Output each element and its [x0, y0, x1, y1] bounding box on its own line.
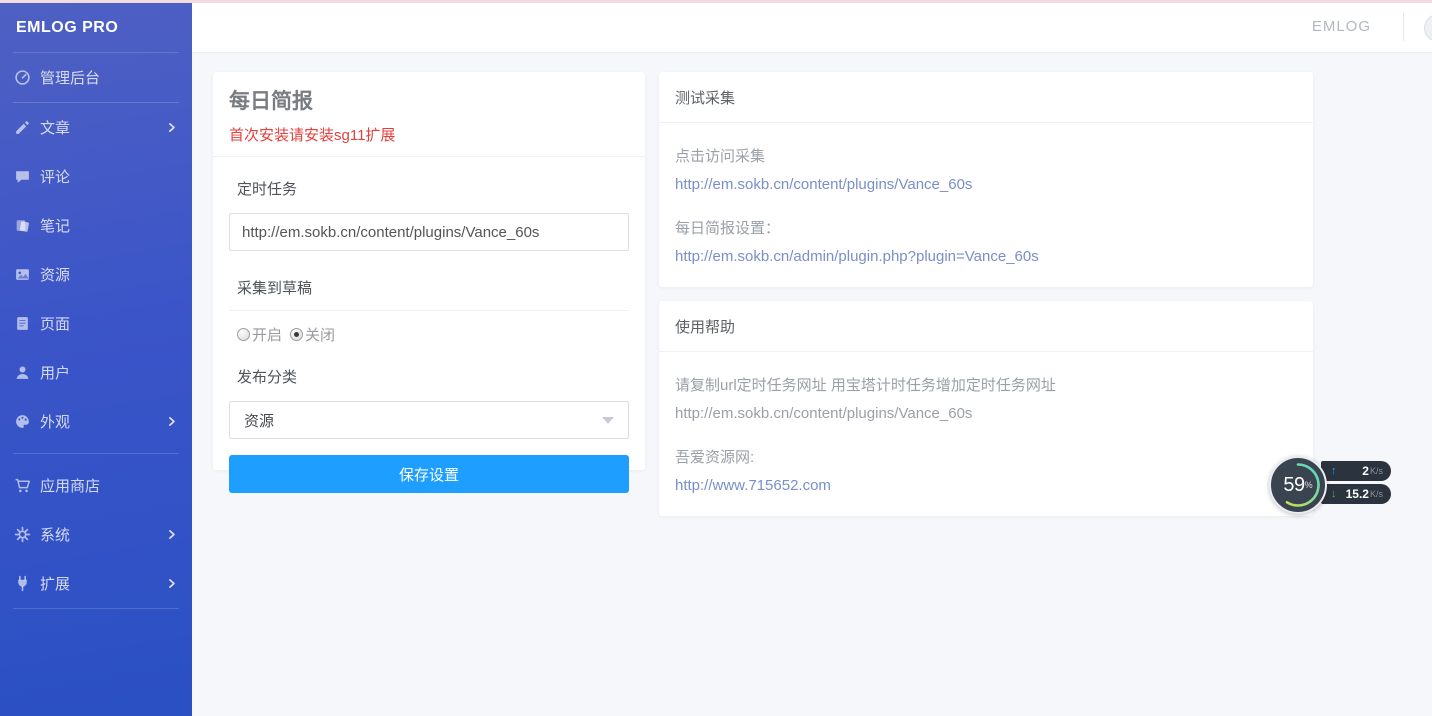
upload-speed-value: 2 — [1337, 464, 1369, 478]
category-select[interactable]: 资源 — [229, 401, 629, 439]
cpu-usage-gauge[interactable]: 59% — [1269, 456, 1327, 514]
sidebar-item-extensions[interactable]: 扩展 — [0, 559, 192, 608]
sidebar-item-label: 系统 — [40, 524, 165, 545]
sidebar-item-notes[interactable]: 笔记 — [0, 201, 192, 250]
sidebar-item-label: 应用商店 — [40, 475, 178, 496]
sidebar-item-articles[interactable]: 文章 — [0, 103, 192, 152]
download-speed-unit: K/s — [1370, 489, 1383, 499]
user-icon — [14, 364, 31, 381]
divider — [13, 453, 179, 454]
sidebar-item-label: 扩展 — [40, 573, 165, 594]
brand-logo[interactable]: EMLOG PRO — [0, 0, 192, 52]
radio-label: 关闭 — [305, 324, 335, 345]
chevron-right-icon — [165, 528, 178, 541]
sidebar-item-resources[interactable]: 资源 — [0, 250, 192, 299]
gauge-icon — [14, 69, 31, 86]
caret-down-icon — [602, 417, 614, 424]
sidebar: EMLOG PRO 管理后台 文章 评论 笔记 资源 — [0, 0, 192, 716]
resource-site-label: 吾爱资源网: — [675, 446, 1297, 467]
sidebar-item-label: 页面 — [40, 313, 178, 334]
divider — [13, 608, 179, 609]
radio-checked-icon[interactable] — [290, 328, 303, 341]
save-settings-button[interactable]: 保存设置 — [229, 455, 629, 493]
collect-hint-text: 点击访问采集 — [675, 145, 1297, 166]
draft-mode-label: 采集到草稿 — [229, 277, 629, 311]
page-icon — [14, 315, 31, 332]
cron-url-input[interactable] — [229, 213, 629, 251]
radio-option-off[interactable]: 关闭 — [290, 324, 335, 345]
network-speed-widget[interactable]: ↑ 2 K/s ↓ 15.2 K/s 59% — [1269, 456, 1393, 518]
sidebar-item-appearance[interactable]: 外观 — [0, 397, 192, 446]
divider — [213, 156, 645, 157]
chevron-right-icon — [165, 577, 178, 590]
collect-url-link[interactable]: http://em.sokb.cn/content/plugins/Vance_… — [675, 176, 1297, 193]
topbar: EMLOG — [192, 0, 1432, 53]
comment-icon — [14, 168, 31, 185]
image-icon — [14, 266, 31, 283]
chevron-right-icon — [165, 415, 178, 428]
sidebar-item-dashboard[interactable]: 管理后台 — [0, 53, 192, 102]
card-title: 测试采集 — [659, 72, 1313, 123]
sidebar-item-label: 资源 — [40, 264, 178, 285]
help-instruction-text: 请复制url定时任务网址 用宝塔计时任务增加定时任务网址 — [675, 374, 1297, 395]
test-collect-card: 测试采集 点击访问采集 http://em.sokb.cn/content/pl… — [659, 72, 1313, 287]
sidebar-item-label: 用户 — [40, 362, 178, 383]
speed-rows: ↑ 2 K/s ↓ 15.2 K/s — [1321, 461, 1391, 507]
help-card: 使用帮助 请复制url定时任务网址 用宝塔计时任务增加定时任务网址 http:/… — [659, 301, 1313, 516]
settings-hint-text: 每日简报设置： — [675, 217, 1297, 238]
category-label: 发布分类 — [237, 366, 621, 387]
sidebar-item-pages[interactable]: 页面 — [0, 299, 192, 348]
sidebar-item-system[interactable]: 系统 — [0, 510, 192, 559]
radio-unchecked-icon[interactable] — [237, 328, 250, 341]
page-title: 每日简报 — [229, 85, 629, 115]
install-notice: 首次安装请安装sg11扩展 — [229, 124, 629, 145]
cart-icon — [14, 477, 31, 494]
page-load-progress-bar — [0, 0, 1432, 3]
notes-icon — [14, 217, 31, 234]
sidebar-item-app-store[interactable]: 应用商店 — [0, 461, 192, 510]
sidebar-item-label: 文章 — [40, 117, 165, 138]
gear-icon — [14, 526, 31, 543]
right-column: 测试采集 点击访问采集 http://em.sokb.cn/content/pl… — [659, 72, 1313, 530]
plug-icon — [14, 575, 31, 592]
site-name-link[interactable]: EMLOG — [1312, 0, 1371, 53]
cron-task-label: 定时任务 — [237, 178, 621, 199]
gauge-arc — [1273, 460, 1323, 510]
sidebar-item-users[interactable]: 用户 — [0, 348, 192, 397]
sidebar-item-comments[interactable]: 评论 — [0, 152, 192, 201]
help-cron-url-text: http://em.sokb.cn/content/plugins/Vance_… — [675, 405, 1297, 422]
plugin-settings-card: 每日简报 首次安装请安装sg11扩展 定时任务 采集到草稿 开启 关闭 发布分类… — [213, 72, 645, 470]
download-speed-row: ↓ 15.2 K/s — [1321, 484, 1391, 504]
pencil-icon — [14, 119, 31, 136]
chevron-right-icon — [165, 121, 178, 134]
upload-speed-unit: K/s — [1370, 466, 1383, 476]
radio-option-on[interactable]: 开启 — [237, 324, 282, 345]
sidebar-item-label: 外观 — [40, 411, 165, 432]
card-title: 使用帮助 — [659, 301, 1313, 352]
upload-speed-row: ↑ 2 K/s — [1321, 461, 1391, 481]
sidebar-item-label: 管理后台 — [40, 67, 178, 88]
divider — [1403, 13, 1404, 41]
draft-radio-group: 开启 关闭 — [229, 324, 629, 345]
settings-url-link[interactable]: http://em.sokb.cn/admin/plugin.php?plugi… — [675, 248, 1297, 265]
sidebar-item-label: 笔记 — [40, 215, 178, 236]
download-speed-value: 15.2 — [1337, 487, 1369, 501]
radio-label: 开启 — [252, 324, 282, 345]
resource-site-link[interactable]: http://www.715652.com — [675, 477, 1297, 494]
category-selected-value: 资源 — [244, 410, 602, 431]
sidebar-item-label: 评论 — [40, 166, 178, 187]
palette-icon — [14, 413, 31, 430]
